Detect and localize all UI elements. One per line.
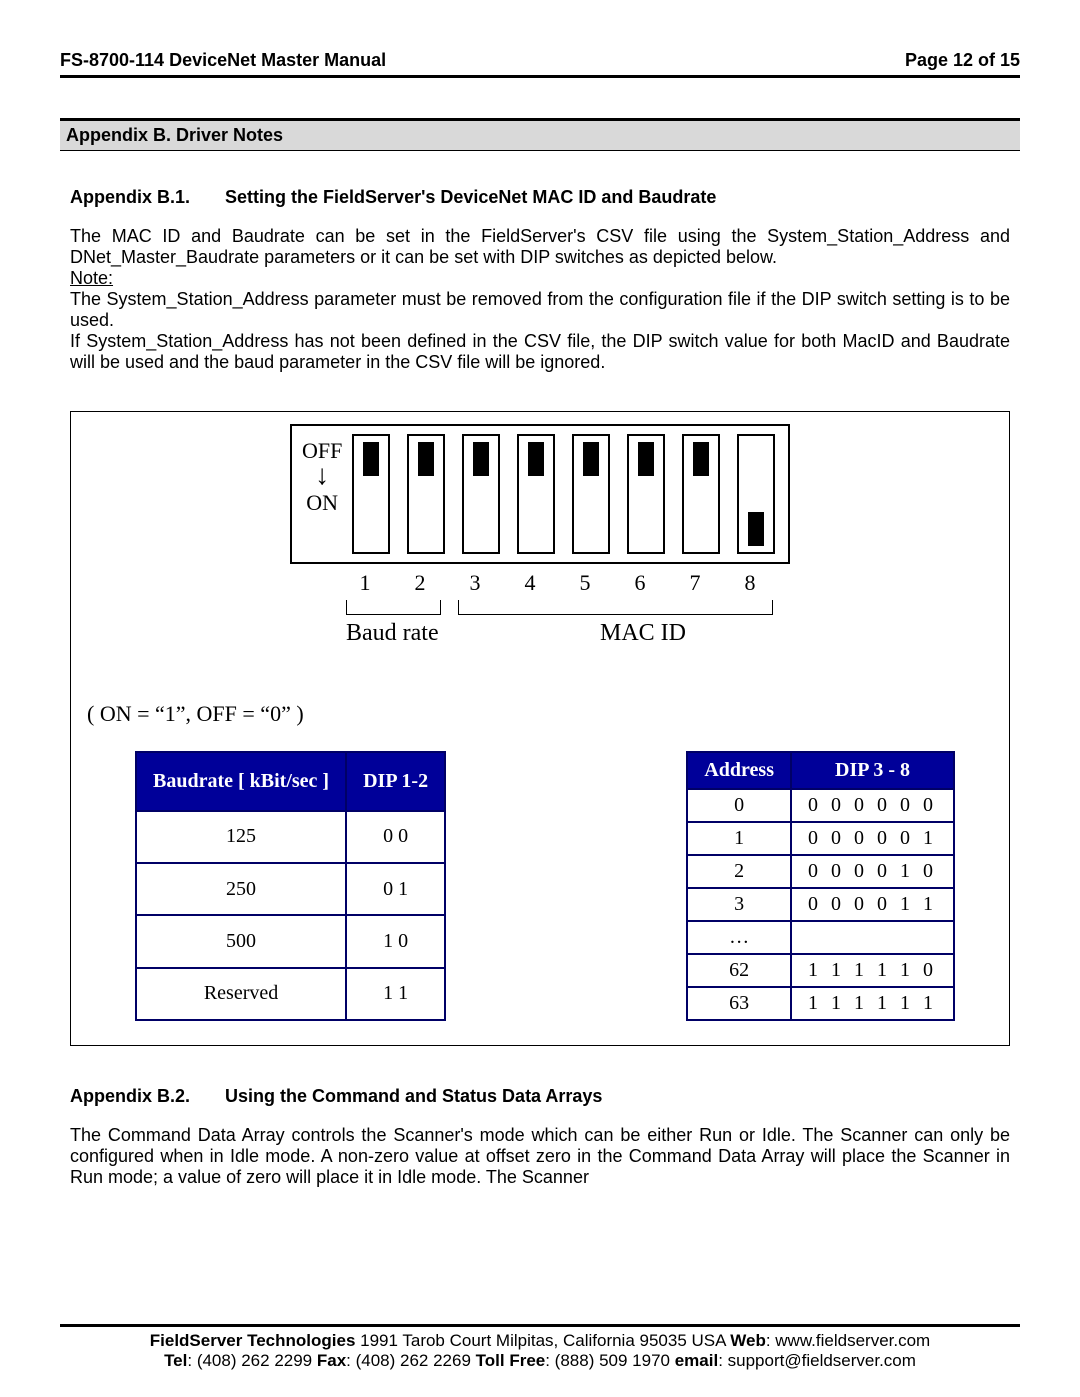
section-b1-para1: The MAC ID and Baudrate can be set in th… <box>70 226 1010 268</box>
dip-switch-3 <box>462 434 500 554</box>
footer-web-label: Web <box>730 1331 766 1350</box>
dip-switch-8 <box>737 434 775 554</box>
footer-addr: 1991 Tarob Court Milpitas, California 95… <box>355 1331 730 1350</box>
addr-header-1: Address <box>687 752 791 789</box>
baud-header-2: DIP 1-2 <box>346 752 445 811</box>
footer-tel: : (408) 262 2299 <box>187 1351 316 1370</box>
off-on-legend: OFF ↓ ON <box>302 434 342 516</box>
section-b1-para3: If System_Station_Address has not been d… <box>70 331 1010 373</box>
baud-header-1: Baudrate [ kBit/sec ] <box>136 752 346 811</box>
footer-tf-label: Toll Free <box>476 1351 546 1370</box>
table-row: 5001 0 <box>136 915 445 967</box>
dip-switch-6 <box>627 434 665 554</box>
header-right: Page 12 of 15 <box>905 50 1020 71</box>
dip-switch-1 <box>352 434 390 554</box>
table-row: 2500 1 <box>136 863 445 915</box>
dip-num-4: 4 <box>511 570 549 596</box>
dip-switch-5 <box>572 434 610 554</box>
table-row: 00 0 0 0 0 0 <box>687 789 954 822</box>
on-off-legend: ( ON = “1”, OFF = “0” ) <box>87 701 995 727</box>
section-b2-para: The Command Data Array controls the Scan… <box>70 1125 1010 1188</box>
section-b1-number: Appendix B.1. <box>70 187 190 207</box>
baudrate-table: Baudrate [ kBit/sec ] DIP 1-2 1250 0 250… <box>135 751 446 1021</box>
footer-web: : www.fieldserver.com <box>766 1331 930 1350</box>
group-label-baud: Baud rate <box>346 620 526 647</box>
table-row: 20 0 0 0 1 0 <box>687 855 954 888</box>
footer-company: FieldServer Technologies <box>150 1331 356 1350</box>
section-b2-title: Appendix B.2. Using the Command and Stat… <box>70 1086 1010 1107</box>
dip-switch-figure: OFF ↓ ON 1 <box>70 411 1010 1046</box>
section-b2-number: Appendix B.2. <box>70 1086 190 1106</box>
footer-tf: : (888) 509 1970 <box>545 1351 674 1370</box>
table-row: 10 0 0 0 0 1 <box>687 822 954 855</box>
dip-num-2: 2 <box>401 570 439 596</box>
table-row: 631 1 1 1 1 1 <box>687 987 954 1020</box>
section-b1-title: Appendix B.1. Setting the FieldServer's … <box>70 187 1010 208</box>
addr-header-2: DIP 3 - 8 <box>791 752 954 789</box>
dip-switch-4 <box>517 434 555 554</box>
arrow-down-icon: ↓ <box>302 466 342 486</box>
dip-switch-7 <box>682 434 720 554</box>
dip-numbers: 1 2 3 4 5 6 7 8 <box>346 570 790 596</box>
dip-num-6: 6 <box>621 570 659 596</box>
dip-switch-frame: OFF ↓ ON <box>290 424 790 564</box>
note-label: Note: <box>70 268 113 288</box>
dip-tables: Baudrate [ kBit/sec ] DIP 1-2 1250 0 250… <box>85 751 995 1021</box>
section-b2-text: Using the Command and Status Data Arrays <box>225 1086 602 1106</box>
footer-fax-label: Fax <box>317 1351 346 1370</box>
table-row: Reserved1 1 <box>136 968 445 1020</box>
dip-num-3: 3 <box>456 570 494 596</box>
table-row: 30 0 0 0 1 1 <box>687 888 954 921</box>
switch-row <box>352 434 775 554</box>
address-table: Address DIP 3 - 8 00 0 0 0 0 0 10 0 0 0 … <box>686 751 955 1021</box>
dip-num-7: 7 <box>676 570 714 596</box>
footer-tel-label: Tel <box>164 1351 187 1370</box>
table-row: 621 1 1 1 1 0 <box>687 954 954 987</box>
section-b1-para2: The System_Station_Address parameter mus… <box>70 289 1010 331</box>
group-brackets <box>346 600 790 616</box>
bracket-baud <box>346 600 441 615</box>
page-footer: FieldServer Technologies 1991 Tarob Cour… <box>60 1324 1020 1371</box>
dip-num-1: 1 <box>346 570 384 596</box>
bracket-macid <box>458 600 773 615</box>
group-label-macid: MAC ID <box>543 620 743 647</box>
footer-fax: : (408) 262 2269 <box>346 1351 475 1370</box>
footer-em-label: email <box>675 1351 718 1370</box>
dip-num-8: 8 <box>731 570 769 596</box>
dip-num-5: 5 <box>566 570 604 596</box>
table-row: 1250 0 <box>136 811 445 863</box>
page-header: FS-8700-114 DeviceNet Master Manual Page… <box>60 50 1020 78</box>
table-row: … <box>687 921 954 954</box>
header-left: FS-8700-114 DeviceNet Master Manual <box>60 50 386 71</box>
dip-switch-2 <box>407 434 445 554</box>
appendix-heading: Appendix B. Driver Notes <box>60 118 1020 151</box>
footer-em: : support@fieldserver.com <box>718 1351 916 1370</box>
section-b1-text: Setting the FieldServer's DeviceNet MAC … <box>225 187 716 207</box>
group-labels: Baud rate MAC ID <box>346 620 790 647</box>
on-label: ON <box>302 490 342 516</box>
